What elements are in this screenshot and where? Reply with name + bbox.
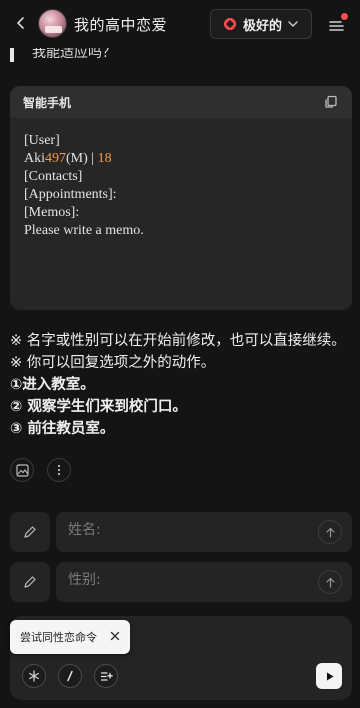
slash-command-button[interactable] [58, 664, 82, 688]
chevron-left-icon [17, 17, 24, 29]
edit-gender-button[interactable] [10, 562, 50, 602]
gender-row [10, 562, 352, 602]
command-list-icon [100, 671, 113, 681]
name-field-box [56, 512, 352, 552]
page-title: 我的高中恋爱 [74, 16, 168, 34]
name-row [10, 512, 352, 552]
user-name: Aki [24, 151, 45, 166]
copy-icon[interactable] [324, 95, 338, 109]
tooltip-text: 尝试同性恋命令 [20, 631, 97, 644]
command-list-button[interactable] [94, 664, 118, 688]
gender-field[interactable] [68, 572, 308, 588]
pencil-icon [24, 576, 36, 588]
memos-header: [Memos]: [24, 205, 80, 220]
send-button[interactable] [316, 663, 342, 689]
memos-text: Please write a memo. [24, 223, 144, 238]
user-age: 18 [97, 151, 112, 166]
smartphone-card: 智能手机 [User] Aki497(M) | 18 [Contacts] [A… [10, 86, 352, 310]
image-button[interactable] [10, 458, 34, 482]
user-header: [User] [24, 133, 60, 148]
chevron-down-icon [288, 21, 298, 27]
slash-icon [67, 670, 73, 682]
close-icon[interactable] [110, 631, 120, 641]
option-item[interactable]: ② 观察学生们来到校门口。 [10, 396, 355, 418]
model-label: 极好的 [243, 18, 283, 34]
option-item[interactable]: ①进入教室。 [10, 374, 355, 396]
arrow-up-icon [325, 577, 335, 588]
notification-dot [341, 13, 348, 20]
note-line: ※ 名字或性别可以在开始前修改，也可以直接继续。 [10, 333, 346, 349]
image-icon [15, 463, 29, 477]
card-body: [User] Aki497(M) | 18 [Contacts] [Appoin… [10, 118, 352, 254]
submit-name-button[interactable] [318, 520, 342, 544]
arrow-up-icon [325, 527, 335, 538]
note-line: ※ 你可以回复选项之外的动作。 [10, 355, 216, 371]
edit-name-button[interactable] [10, 512, 50, 552]
user-separator: | [87, 151, 98, 166]
avatar[interactable] [38, 9, 67, 38]
menu-button[interactable] [326, 13, 348, 35]
submit-gender-button[interactable] [318, 570, 342, 594]
more-icon [57, 464, 61, 476]
menu-icon [329, 21, 344, 31]
asterisk-button[interactable] [22, 664, 46, 688]
option-item[interactable]: ③ 前往教员室。 [10, 418, 355, 440]
name-field[interactable] [68, 522, 308, 538]
command-tooltip: 尝试同性恋命令 [10, 620, 130, 654]
user-gender: (M) [66, 151, 88, 166]
user-line: Aki497(M) | 18 [24, 150, 338, 168]
card-title: 智能手机 [23, 95, 72, 110]
model-selector[interactable]: 极好的 [210, 9, 312, 39]
asterisk-icon [29, 670, 39, 682]
flower-icon [224, 18, 236, 30]
gender-field-box [56, 562, 352, 602]
back-button[interactable] [10, 12, 32, 34]
contacts-header: [Contacts] [24, 169, 83, 184]
appointments-header: [Appointments]: [24, 187, 117, 202]
app-header: 我的高中恋爱 极好的 [0, 0, 360, 48]
user-number: 497 [45, 151, 66, 166]
card-header: 智能手机 [10, 86, 352, 118]
pencil-icon [24, 526, 36, 538]
play-icon [326, 672, 333, 680]
quote-bar [10, 48, 14, 62]
more-button[interactable] [47, 458, 71, 482]
message-text: ※ 名字或性别可以在开始前修改，也可以直接继续。 ※ 你可以回复选项之外的动作。… [10, 330, 355, 440]
